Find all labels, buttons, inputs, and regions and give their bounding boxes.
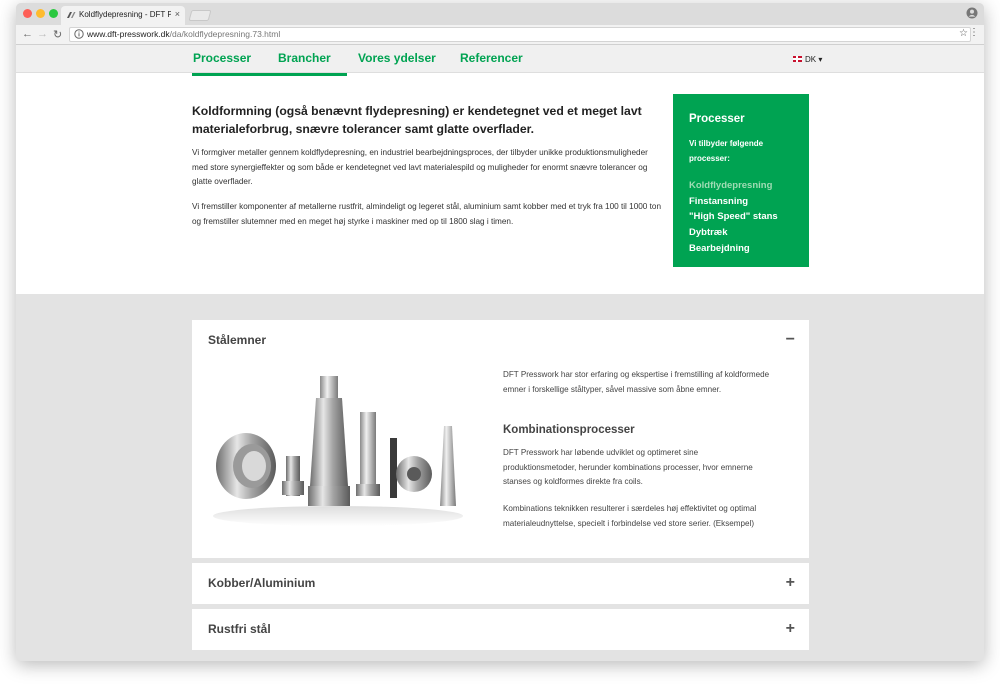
heading-underline — [192, 73, 347, 76]
nav-link-referencer[interactable]: Referencer — [460, 51, 523, 65]
panel-title[interactable]: Rustfri stål — [208, 622, 271, 636]
tall-shaft-shape — [308, 376, 350, 506]
url-host: www.dft-presswork.dk — [87, 29, 170, 39]
panel-text-1: DFT Presswork har stor erfaring og ekspe… — [503, 370, 770, 394]
panel-text-2: DFT Presswork har løbende udviklet og op… — [503, 448, 753, 487]
intro-section: Koldformning (også benævnt flydepresning… — [16, 73, 984, 294]
small-bolt-shape — [282, 456, 304, 496]
reload-icon[interactable]: ↻ — [53, 28, 62, 41]
collapse-icon[interactable]: − — [786, 332, 795, 348]
address-bar[interactable]: www.dft-presswork.dk/da/koldflydepresnin… — [69, 27, 971, 42]
panel-title[interactable]: Stålemner — [208, 333, 266, 347]
sidebar-item-finstansning[interactable]: Finstansning — [689, 194, 778, 210]
accordion-panel-kobber-aluminium[interactable]: Kobber/Aluminium + — [192, 563, 809, 604]
expand-icon[interactable]: + — [786, 575, 795, 591]
panel-title[interactable]: Kobber/Aluminium — [208, 576, 315, 590]
sidebar-item-koldflydepresning[interactable]: Koldflydepresning — [689, 178, 778, 194]
sidebar-item-high-speed-stans[interactable]: "High Speed" stans — [689, 209, 778, 225]
threaded-part-shape — [356, 412, 380, 496]
process-sidebar: Processer Vi tilbyder følgende processer… — [673, 94, 809, 267]
nav-link-brancher[interactable]: Brancher — [278, 51, 331, 65]
accordion-panel-rustfri-stal[interactable]: Rustfri stål + — [192, 609, 809, 650]
site-navigation: Processer Brancher Vores ydelser Referen… — [16, 45, 984, 73]
danish-flag-icon — [793, 56, 802, 62]
tab-close-icon[interactable]: × — [175, 9, 180, 19]
sidebar-item-dybtraek[interactable]: Dybtræk — [689, 225, 778, 241]
nav-link-processer[interactable]: Processer — [193, 51, 251, 65]
tapered-spike-shape — [440, 426, 456, 506]
url-text: www.dft-presswork.dk/da/koldflydepresnin… — [87, 29, 280, 39]
profile-icon[interactable] — [966, 7, 978, 19]
chevron-down-icon: ▾ — [818, 55, 823, 64]
sidebar-title: Processer — [689, 113, 745, 125]
panel-subheading: Kombinationsprocesser — [503, 424, 635, 436]
steel-components-image — [213, 376, 463, 526]
language-label: DK — [805, 55, 817, 64]
tab-title: Koldflydepresning - DFT Presswork — [79, 10, 171, 19]
expand-icon[interactable]: + — [786, 621, 795, 637]
ring-part-shape — [216, 433, 276, 499]
browser-toolbar: ← → ↻ www.dft-presswork.dk/da/koldflydep… — [16, 25, 984, 45]
intro-paragraph-1: Vi formgiver metaller gennem koldflydepr… — [192, 148, 648, 186]
info-icon[interactable] — [74, 29, 84, 39]
bookmark-star-icon[interactable]: ☆ — [959, 28, 968, 39]
accordion-panel-stalemner: Stålemner − DFT Presswork har stor erfar… — [192, 320, 809, 558]
browser-window: Koldflydepresning - DFT Presswork × ← → … — [16, 3, 984, 661]
title-bar: Koldflydepresning - DFT Presswork × — [16, 3, 984, 25]
sidebar-item-bearbejdning[interactable]: Bearbejdning — [689, 241, 778, 257]
dark-pin-shape — [390, 438, 397, 498]
sidebar-subtitle: Vi tilbyder følgende processer: — [689, 139, 764, 163]
back-arrow-icon[interactable]: ← — [22, 28, 33, 40]
language-selector[interactable]: DK ▾ — [793, 55, 822, 64]
maximize-window-button[interactable] — [49, 9, 58, 18]
url-path: /da/koldflydepresning.73.html — [169, 29, 281, 39]
gear-part-shape — [396, 456, 432, 492]
new-tab-button[interactable] — [188, 10, 212, 21]
minimize-window-button[interactable] — [36, 9, 45, 18]
intro-paragraph-2: Vi fremstiller komponenter af metallerne… — [192, 202, 662, 226]
nav-link-vores-ydelser[interactable]: Vores ydelser — [358, 51, 436, 65]
browser-tab[interactable]: Koldflydepresning - DFT Presswork × — [61, 6, 185, 25]
browser-menu-icon[interactable]: ⋮ — [969, 27, 979, 38]
page-content: Processer Brancher Vores ydelser Referen… — [16, 45, 984, 661]
close-window-button[interactable] — [23, 9, 32, 18]
forward-arrow-icon[interactable]: → — [37, 28, 48, 40]
panel-text-3: Kombinations teknikken resulterer i særd… — [503, 504, 757, 528]
dft-favicon-icon — [67, 12, 76, 18]
intro-heading: Koldformning (også benævnt flydepresning… — [192, 104, 642, 136]
sidebar-process-list: Koldflydepresning Finstansning "High Spe… — [689, 178, 778, 257]
